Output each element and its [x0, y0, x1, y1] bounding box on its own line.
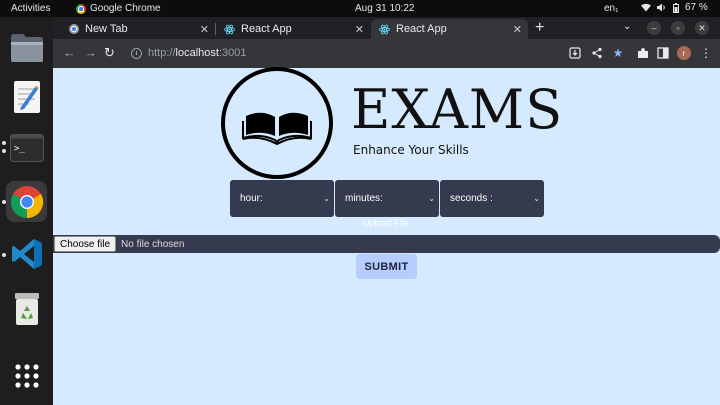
minimize-button[interactable]: – — [647, 21, 661, 35]
dock-terminal[interactable]: >_ — [6, 127, 47, 168]
hour-select[interactable]: hour: ⌄ — [230, 180, 334, 217]
text-editor-icon — [13, 80, 40, 113]
dock-trash[interactable] — [6, 288, 47, 329]
close-tab-icon[interactable]: ✕ — [513, 23, 522, 36]
tab-label: React App — [396, 23, 447, 35]
minutes-select[interactable]: minutes: ⌄ — [335, 180, 439, 217]
tab-react-app[interactable]: React App ✕ — [216, 19, 370, 39]
bookmark-star-icon[interactable]: ★ — [611, 46, 625, 60]
wifi-icon — [641, 3, 651, 12]
upload-file-label: Upload File — [363, 218, 409, 228]
running-indicator — [2, 253, 6, 257]
browser-tab-bar: New Tab ✕ React App ✕ React App ✕ + ⌄ – … — [53, 17, 720, 39]
chrome-icon — [69, 24, 79, 34]
maximize-button[interactable]: ▫ — [671, 21, 685, 35]
app-grid-icon — [14, 363, 39, 388]
duration-selects: hour: ⌄ minutes: ⌄ seconds : ⌄ — [230, 180, 545, 217]
running-indicator — [2, 149, 6, 153]
chrome-icon — [76, 3, 86, 14]
app-name: Google Chrome — [90, 3, 161, 14]
url-host: localhost — [175, 47, 219, 59]
react-icon — [379, 24, 390, 34]
menu-kebab-icon[interactable]: ⋮ — [699, 46, 713, 60]
vscode-icon — [11, 238, 42, 269]
minutes-select-value: minutes: — [345, 193, 383, 204]
dock-text-editor[interactable] — [6, 76, 47, 117]
install-app-icon[interactable] — [568, 46, 582, 60]
system-menu[interactable]: 67 % — [641, 2, 708, 13]
submit-button[interactable]: SUBMIT — [356, 254, 417, 279]
trash-icon — [14, 292, 39, 325]
folder-icon — [10, 33, 43, 62]
react-icon — [224, 24, 235, 34]
choose-file-button[interactable]: Choose file — [54, 236, 117, 252]
tab-react-app-active[interactable]: React App ✕ — [371, 19, 528, 39]
file-status-text: No file chosen — [121, 238, 185, 250]
open-book-icon — [221, 67, 333, 179]
svg-text:>_: >_ — [14, 144, 25, 154]
hour-select-value: hour: — [240, 193, 263, 204]
chevron-down-icon: ⌄ — [323, 194, 330, 203]
browser-toolbar: ← → ↻ http://localhost:3001 ★ r ⋮ — [53, 39, 720, 68]
chevron-down-icon: ⌄ — [428, 194, 435, 203]
reload-icon[interactable]: ↻ — [104, 46, 115, 59]
chevron-down-icon: ⌄ — [533, 194, 540, 203]
close-tab-icon[interactable]: ✕ — [200, 23, 209, 36]
seconds-select-value: seconds : — [450, 193, 493, 204]
system-top-bar: Activities Google Chrome Aug 31 10:22 en… — [0, 0, 720, 17]
profile-avatar[interactable]: r — [677, 46, 691, 60]
running-indicator — [2, 200, 6, 204]
dock-files[interactable] — [6, 27, 47, 68]
page-subtitle: Enhance Your Skills — [353, 143, 469, 157]
close-window-button[interactable]: ✕ — [695, 21, 709, 35]
share-icon[interactable] — [590, 46, 604, 60]
tab-new-tab[interactable]: New Tab ✕ — [61, 19, 215, 39]
app-menu[interactable]: Google Chrome — [76, 3, 161, 14]
address-bar[interactable]: http://localhost:3001 — [131, 42, 555, 64]
battery-icon — [673, 2, 679, 13]
show-applications-button[interactable] — [6, 355, 47, 396]
activities-button[interactable]: Activities — [11, 3, 50, 14]
new-tab-button[interactable]: + — [535, 20, 544, 36]
extensions-icon[interactable] — [636, 46, 650, 60]
chrome-icon — [10, 185, 43, 218]
tab-label: New Tab — [85, 23, 128, 35]
url-prefix: http:// — [148, 47, 176, 59]
back-arrow-icon[interactable]: ← — [63, 46, 76, 59]
exams-logo: EXAMS Enhance Your Skills — [220, 67, 564, 180]
page-content: EXAMS Enhance Your Skills hour: ⌄ minute… — [53, 67, 720, 405]
terminal-icon: >_ — [9, 133, 44, 162]
volume-icon — [657, 3, 665, 12]
input-language[interactable]: en₁ — [604, 3, 619, 14]
battery-percent: 67 % — [685, 2, 708, 13]
tab-label: React App — [241, 23, 292, 35]
url-port: :3001 — [218, 47, 247, 59]
side-panel-icon[interactable] — [656, 46, 670, 60]
page-title: EXAMS — [351, 78, 564, 141]
dock: >_ — [0, 17, 53, 405]
tab-search-chevron-icon[interactable]: ⌄ — [623, 21, 631, 32]
seconds-select[interactable]: seconds : ⌄ — [440, 180, 544, 217]
close-tab-icon[interactable]: ✕ — [355, 23, 364, 36]
running-indicator — [2, 141, 6, 145]
clock[interactable]: Aug 31 10:22 — [355, 3, 415, 14]
dock-chrome[interactable] — [6, 181, 47, 222]
forward-arrow-icon[interactable]: → — [84, 46, 97, 59]
site-info-icon[interactable] — [131, 47, 142, 59]
dock-vscode[interactable] — [6, 233, 47, 274]
file-input[interactable]: Choose file No file chosen — [53, 235, 720, 253]
